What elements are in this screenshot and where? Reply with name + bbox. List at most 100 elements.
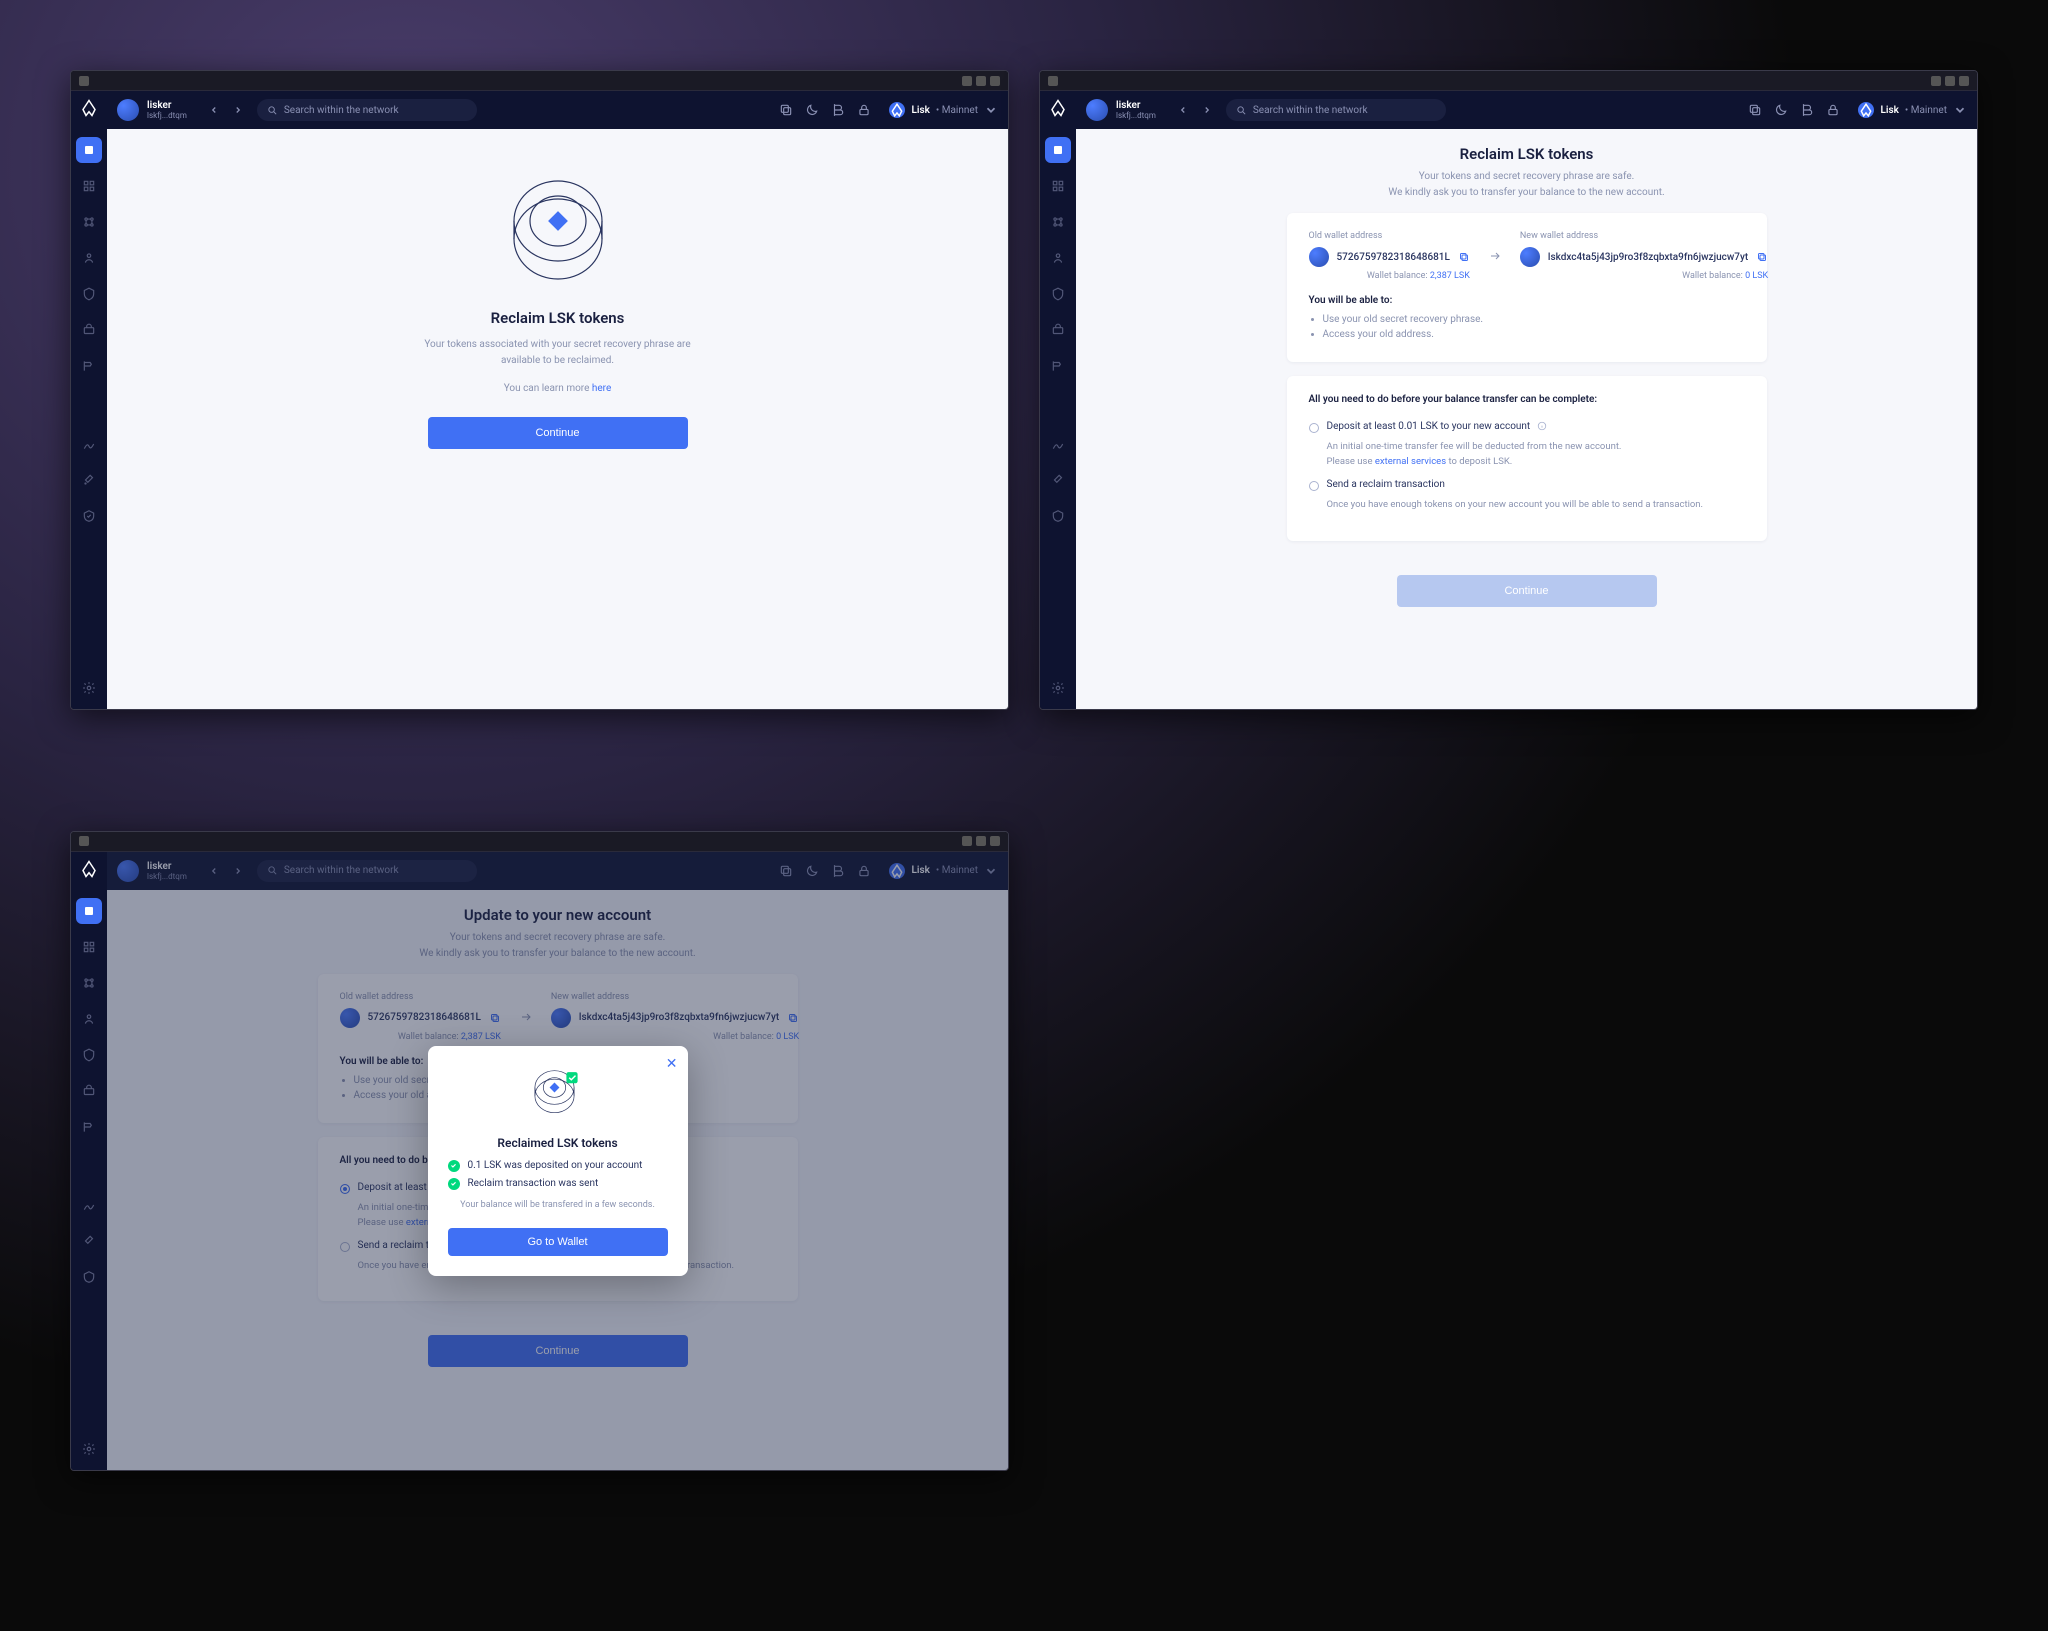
continue-button[interactable]: Continue (428, 417, 688, 449)
info-icon[interactable] (1537, 421, 1547, 431)
address-card: Old wallet address 5726759782318648681L … (1287, 213, 1767, 362)
page-title: Reclaim LSK tokens (1460, 145, 1594, 163)
nav-item[interactable] (76, 970, 102, 996)
nav-item[interactable] (1045, 173, 1071, 199)
nav-item[interactable] (1045, 503, 1071, 529)
step-deposit: Deposit at least 0.01 LSK to your new ac… (1309, 421, 1745, 433)
lock-icon[interactable] (857, 103, 871, 117)
nav-item[interactable] (76, 245, 102, 271)
old-address: 5726759782318648681L (1337, 252, 1450, 263)
username: lisker (147, 100, 187, 111)
external-services-link[interactable]: external services (1375, 456, 1446, 467)
nav-item[interactable] (76, 503, 102, 529)
modal-status-deposit: 0.1 LSK was deposited on your account (448, 1160, 668, 1172)
topbar: lisker lskfj...dtqm Search within the ne… (1076, 91, 1977, 129)
nav-wallet[interactable] (76, 137, 102, 163)
nav-item[interactable] (76, 353, 102, 379)
nav-back[interactable] (205, 101, 223, 119)
window-reclaim-intro: lisker lskfj...dtqm Search within the ne… (70, 70, 1009, 710)
nav-item[interactable] (76, 1042, 102, 1068)
currency-icon[interactable] (1800, 103, 1814, 117)
lock-icon[interactable] (1826, 103, 1840, 117)
nav-back[interactable] (1174, 101, 1192, 119)
nav-item[interactable] (76, 1114, 102, 1140)
new-address-label: New wallet address (1520, 231, 1768, 241)
check-icon (448, 1178, 460, 1190)
user-menu[interactable]: lisker lskfj...dtqm (117, 99, 187, 121)
user-address: lskfj...dtqm (147, 111, 187, 120)
lisk-logo-icon (80, 860, 98, 878)
step-reclaim: Send a reclaim transaction (1309, 479, 1745, 491)
todo-card: All you need to do before your balance t… (1287, 376, 1767, 541)
nav-wallet[interactable] (1045, 137, 1071, 163)
network-selector[interactable]: Lisk • Mainnet (889, 102, 998, 118)
chevron-down-icon (984, 103, 998, 117)
nav-wallet[interactable] (76, 898, 102, 924)
chevron-down-icon (1953, 103, 1967, 117)
nav-forward[interactable] (1198, 101, 1216, 119)
search-icon (267, 105, 278, 116)
copy-icon[interactable] (1756, 251, 1768, 263)
vault-illustration (523, 1066, 593, 1116)
window-reclaim-detail: lisker lskfj...dtqm Search within the ne… (1039, 70, 1978, 710)
settings-icon[interactable] (76, 675, 102, 701)
success-modal: ✕ Reclaimed LSK tokens 0.1 LSK was depos… (428, 1046, 688, 1276)
avatar (117, 99, 139, 121)
copy-icon[interactable] (1748, 103, 1762, 117)
nav-item[interactable] (76, 1192, 102, 1218)
settings-icon[interactable] (76, 1436, 102, 1462)
avatar (1520, 247, 1540, 267)
currency-icon[interactable] (831, 103, 845, 117)
nav-item[interactable] (1045, 209, 1071, 235)
copy-icon[interactable] (1458, 251, 1470, 263)
lisk-logo-icon (80, 99, 98, 117)
nav-item[interactable] (76, 934, 102, 960)
search-input[interactable]: Search within the network (1226, 99, 1446, 121)
avatar (1086, 99, 1108, 121)
nav-item[interactable] (76, 281, 102, 307)
network-selector[interactable]: Lisk • Mainnet (1858, 102, 1967, 118)
nav-item[interactable] (76, 431, 102, 457)
abilities-heading: You will be able to: (1309, 295, 1745, 306)
nav-item[interactable] (1045, 467, 1071, 493)
moon-icon[interactable] (1774, 103, 1788, 117)
new-balance: 0 LSK (1745, 271, 1768, 281)
nav-item[interactable] (76, 209, 102, 235)
radio-icon (1309, 481, 1319, 491)
nav-item[interactable] (76, 1264, 102, 1290)
nav-item[interactable] (76, 1228, 102, 1254)
close-icon[interactable]: ✕ (666, 1056, 678, 1072)
nav-item[interactable] (1045, 353, 1071, 379)
nav-item[interactable] (76, 1078, 102, 1104)
modal-status-reclaim: Reclaim transaction was sent (448, 1178, 668, 1190)
nav-item[interactable] (76, 467, 102, 493)
nav-item[interactable] (76, 317, 102, 343)
nav-item[interactable] (76, 1006, 102, 1032)
settings-icon[interactable] (1045, 675, 1071, 701)
search-input[interactable]: Search within the network (257, 99, 477, 121)
nav-item[interactable] (76, 173, 102, 199)
sidebar (71, 91, 107, 709)
continue-button[interactable]: Continue (1397, 575, 1657, 607)
nav-forward[interactable] (229, 101, 247, 119)
description: Your tokens and secret recovery phrase a… (1388, 169, 1664, 201)
vault-illustration (498, 169, 618, 289)
titlebar (1040, 71, 1977, 91)
titlebar (71, 832, 1008, 852)
nav-item[interactable] (1045, 317, 1071, 343)
user-menu[interactable]: lisker lskfj...dtqm (1086, 99, 1156, 121)
moon-icon[interactable] (805, 103, 819, 117)
new-address: lskdxc4ta5j43jp9ro3f8zqbxta9fn6jwzjucw7y… (1548, 252, 1748, 263)
radio-icon (1309, 423, 1319, 433)
step-reclaim-desc: Once you have enough tokens on your new … (1327, 497, 1745, 512)
nav-item[interactable] (1045, 245, 1071, 271)
check-icon (448, 1160, 460, 1172)
learn-more-link[interactable]: here (592, 383, 611, 394)
nav-item[interactable] (1045, 431, 1071, 457)
sidebar (1040, 91, 1076, 709)
go-to-wallet-button[interactable]: Go to Wallet (448, 1228, 668, 1256)
nav-item[interactable] (1045, 281, 1071, 307)
copy-icon[interactable] (779, 103, 793, 117)
old-balance: 2,387 LSK (1430, 271, 1470, 281)
modal-subtext: Your balance will be transfered in a few… (448, 1200, 668, 1210)
